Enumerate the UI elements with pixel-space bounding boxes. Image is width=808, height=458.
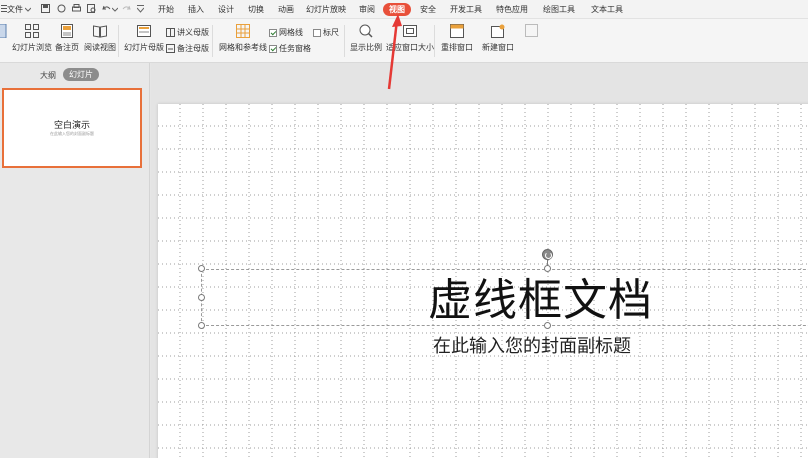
- notes-master-icon: [166, 44, 175, 53]
- rotate-handle[interactable]: [542, 249, 553, 260]
- window-list-icon: [525, 24, 538, 37]
- chevron-down-icon[interactable]: [24, 6, 34, 15]
- zoom-button[interactable]: 显示比例: [350, 24, 382, 53]
- slide-panel: 大纲 幻灯片 空白演示 在此输入您的封面副标题: [0, 63, 150, 458]
- grid-icon: [236, 24, 250, 38]
- tab-home[interactable]: 开始: [158, 4, 174, 15]
- zoom-icon: [359, 24, 373, 38]
- fit-window-label: 适应窗口大小: [386, 43, 434, 52]
- tab-design[interactable]: 设计: [218, 4, 234, 15]
- slide-browse-button[interactable]: 幻灯片浏览: [12, 24, 52, 53]
- slide-master-icon: [137, 25, 151, 37]
- slide[interactable]: 虚线框文档 在此输入您的封面副标题: [158, 104, 808, 458]
- handout-master-icon: [166, 28, 175, 37]
- tab-drawing-tools[interactable]: 绘图工具: [543, 4, 575, 15]
- print-icon[interactable]: [72, 4, 81, 13]
- rearrange-window-label: 重排窗口: [441, 43, 473, 52]
- print-preview-icon[interactable]: [87, 4, 96, 13]
- ribbon-divider: [212, 25, 213, 57]
- rearrange-window-button[interactable]: 重排窗口: [441, 24, 473, 53]
- taskpane-checkbox[interactable]: 任务窗格: [269, 43, 311, 54]
- tab-slideshow[interactable]: 幻灯片放映: [306, 4, 346, 15]
- customize-toolbar-icon[interactable]: [136, 5, 146, 14]
- share-icon[interactable]: [57, 4, 66, 13]
- fit-window-button[interactable]: 适应窗口大小: [386, 24, 434, 53]
- ribbon-divider: [434, 25, 435, 57]
- tab-insert[interactable]: 插入: [188, 4, 204, 15]
- thumbnail-subtitle: 在此输入您的封面副标题: [50, 131, 94, 136]
- tab-slides[interactable]: 幻灯片: [63, 68, 99, 81]
- thumbnail-title: 空白演示: [53, 121, 90, 131]
- new-window-label: 新建窗口: [482, 43, 514, 52]
- ribbon-divider: [344, 25, 345, 57]
- resize-handle[interactable]: [198, 294, 205, 301]
- resize-handle[interactable]: [198, 322, 205, 329]
- tab-special-apps[interactable]: 特色应用: [496, 4, 528, 15]
- tab-view[interactable]: 视图: [383, 3, 411, 16]
- slide-title[interactable]: 虚线框文档: [428, 276, 653, 326]
- gridlines-label: 网格线: [279, 28, 303, 37]
- taskpane-check[interactable]: [269, 44, 277, 53]
- notes-page-icon: [61, 24, 73, 38]
- tab-review[interactable]: 审阅: [359, 4, 375, 15]
- tab-outline[interactable]: 大纲: [40, 70, 56, 81]
- tab-security[interactable]: 安全: [420, 4, 436, 15]
- new-window-button[interactable]: 新建窗口: [482, 24, 514, 53]
- slide-browse-label: 幻灯片浏览: [12, 43, 52, 52]
- tab-transitions[interactable]: 切换: [248, 4, 264, 15]
- slide-canvas: 虚线框文档 在此输入您的封面副标题: [151, 63, 808, 458]
- grid-guides-button[interactable]: 网格和参考线: [219, 24, 267, 53]
- book-icon: [93, 25, 107, 38]
- ribbon-divider: [118, 25, 119, 57]
- notes-master-button[interactable]: 备注母版: [166, 43, 209, 54]
- tab-developer[interactable]: 开发工具: [450, 4, 482, 15]
- new-window-icon: [491, 24, 505, 38]
- rearrange-window-icon: [450, 24, 464, 38]
- notes-page-button[interactable]: 备注页: [55, 24, 79, 53]
- taskpane-label: 任务窗格: [279, 44, 311, 53]
- slide-subtitle[interactable]: 在此输入您的封面副标题: [433, 335, 631, 359]
- ruler-label: 标尺: [323, 28, 339, 37]
- ruler-check[interactable]: [313, 28, 321, 37]
- redo-icon[interactable]: [122, 4, 131, 13]
- more-window-button[interactable]: [525, 24, 539, 42]
- slide-thumbnail[interactable]: 空白演示 在此输入您的封面副标题: [2, 88, 142, 168]
- chevron-down-icon[interactable]: [111, 6, 121, 15]
- fit-window-icon: [403, 25, 417, 37]
- slide-sorter-icon: [25, 24, 39, 38]
- reading-view-button[interactable]: 阅读视图: [84, 24, 116, 53]
- file-menu[interactable]: 文件: [7, 4, 23, 15]
- resize-handle[interactable]: [198, 265, 205, 272]
- grid-guides-label: 网格和参考线: [219, 43, 267, 52]
- menu-bar: 文件 开始 插入 设计 切换 动画 幻灯片放映 审阅 视图 安全 开发工具 特色…: [0, 0, 808, 19]
- handout-master-button[interactable]: 讲义母版: [166, 27, 209, 38]
- resize-handle[interactable]: [544, 265, 551, 272]
- ribbon-view: 幻灯片浏览 备注页 阅读视图 幻灯片母版 讲义母版 备注母版 网格和参考线 网格…: [0, 19, 808, 63]
- notes-master-label: 备注母版: [177, 44, 209, 53]
- notes-page-label: 备注页: [55, 43, 79, 52]
- reading-view-label: 阅读视图: [84, 43, 116, 52]
- normal-view-icon: [0, 24, 7, 38]
- tab-text-tools[interactable]: 文本工具: [591, 4, 623, 15]
- save-icon[interactable]: [41, 4, 50, 13]
- tab-animations[interactable]: 动画: [278, 4, 294, 15]
- gridlines-check[interactable]: [269, 28, 277, 37]
- slide-master-label: 幻灯片母版: [124, 43, 164, 52]
- handout-master-label: 讲义母版: [177, 28, 209, 37]
- slide-master-button[interactable]: 幻灯片母版: [124, 24, 164, 53]
- ruler-checkbox[interactable]: 标尺: [313, 27, 339, 38]
- zoom-label: 显示比例: [350, 43, 382, 52]
- normal-view-button[interactable]: [0, 24, 10, 42]
- undo-icon[interactable]: [102, 4, 111, 13]
- gridlines-checkbox[interactable]: 网格线: [269, 27, 303, 38]
